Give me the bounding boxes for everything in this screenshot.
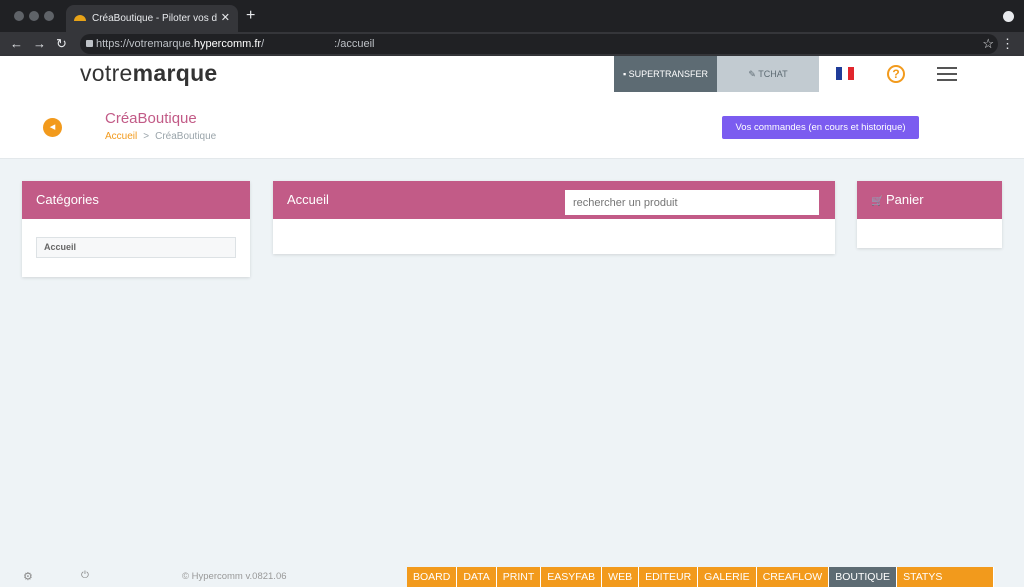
cart-icon: 🛒 — [871, 196, 884, 207]
new-tab-button[interactable]: + — [246, 6, 255, 26]
back-button[interactable]: ◂ — [43, 118, 62, 137]
address-bar[interactable]: https://votremarque.hypercomm.fr/:/accue… — [80, 34, 998, 54]
favicon-icon — [74, 15, 86, 21]
lock-icon — [86, 40, 93, 47]
tchat-button[interactable]: ✎ TCHAT — [717, 56, 819, 92]
categories-header: Catégories — [22, 181, 250, 219]
page-title: CréaBoutique — [105, 110, 197, 127]
module-bar: BOARD DATA PRINT EASYFAB WEB EDITEUR GAL… — [407, 567, 995, 587]
cart-title: Panier — [886, 192, 924, 207]
app-header: votremarque ▪ SUPERTRANSFER ✎ TCHAT ? — [0, 56, 1024, 92]
breadcrumb-current: CréaBoutique — [155, 131, 217, 142]
reload-icon[interactable]: ↻ — [56, 35, 67, 53]
orders-button[interactable]: Vos commandes (en cours et historique) — [722, 116, 919, 139]
categories-panel: Catégories Accueil — [22, 181, 250, 277]
brand-logo[interactable]: votremarque — [80, 60, 218, 87]
breadcrumb-separator: > — [143, 131, 150, 142]
category-item-accueil[interactable]: Accueil — [36, 237, 236, 258]
tchat-label: TCHAT — [758, 69, 788, 79]
main-panel: Accueil — [273, 181, 835, 254]
bookmark-star-icon[interactable]: ☆ — [982, 35, 994, 53]
forward-arrow-icon[interactable]: → — [33, 35, 46, 53]
module-creaflow[interactable]: CREAFLOW — [756, 567, 830, 587]
url-domain: hypercomm.fr — [193, 38, 262, 50]
browser-tab-bar: CréaBoutique - Piloter vos don ✕ + — [0, 0, 1024, 32]
breadcrumb-home-link[interactable]: Accueil — [105, 131, 137, 142]
browser-toolbar: ← → ↻ https://votremarque.hypercomm.fr/:… — [0, 32, 1024, 56]
gear-icon[interactable]: ⚙ — [23, 570, 33, 583]
back-arrow-icon[interactable]: ← — [10, 35, 23, 53]
module-boutique[interactable]: BOUTIQUE — [829, 567, 898, 587]
url-suffix: :/accueil — [334, 38, 375, 50]
hamburger-menu-icon[interactable] — [937, 67, 957, 81]
cart-panel: 🛒 Panier — [857, 181, 1002, 248]
tab-title: CréaBoutique - Piloter vos don — [92, 13, 217, 24]
copyright-text: © Hypercomm v.0821.06 — [182, 571, 287, 582]
breadcrumb: Accueil > CréaBoutique — [105, 131, 216, 142]
tab-close-icon[interactable]: ✕ — [221, 5, 230, 32]
supertransfer-label: SUPERTRANSFER — [628, 69, 709, 79]
product-search-input[interactable] — [565, 190, 819, 215]
module-data[interactable]: DATA — [457, 567, 497, 587]
module-galerie[interactable]: GALERIE — [698, 567, 757, 587]
chat-icon: ✎ — [748, 69, 759, 79]
browser-tab[interactable]: CréaBoutique - Piloter vos don ✕ — [66, 5, 238, 32]
browser-menu-icon[interactable]: ⋮ — [1001, 35, 1014, 53]
cart-header[interactable]: 🛒 Panier — [857, 181, 1002, 219]
profile-icon[interactable] — [1003, 11, 1014, 22]
power-icon[interactable]: ⏻ — [81, 570, 89, 581]
logo-bold-text: marque — [132, 60, 218, 86]
app-footer: ⚙ ⏻ © Hypercomm v.0821.06 BOARD DATA PRI… — [0, 567, 1024, 587]
logo-light-text: votre — [80, 60, 133, 86]
module-easyfab[interactable]: EASYFAB — [541, 567, 603, 587]
window-minimize-dot[interactable] — [29, 11, 39, 21]
module-editeur[interactable]: EDITEUR — [639, 567, 699, 587]
supertransfer-button[interactable]: ▪ SUPERTRANSFER — [614, 56, 717, 92]
page-title-area: ◂ CréaBoutique Accueil > CréaBoutique Vos … — [0, 92, 1024, 159]
module-print[interactable]: PRINT — [496, 567, 542, 587]
module-board[interactable]: BOARD — [407, 567, 458, 587]
module-web[interactable]: WEB — [602, 567, 640, 587]
url-prefix: https://votremarque. — [96, 38, 194, 50]
french-flag-icon[interactable] — [836, 67, 854, 80]
window-close-dot[interactable] — [14, 11, 24, 21]
window-maximize-dot[interactable] — [44, 11, 54, 21]
help-icon[interactable]: ? — [887, 65, 905, 83]
module-statys[interactable]: STATYS — [897, 567, 995, 587]
url-redaction — [264, 39, 335, 47]
main-panel-header: Accueil — [273, 181, 835, 219]
main-panel-title: Accueil — [287, 192, 329, 207]
